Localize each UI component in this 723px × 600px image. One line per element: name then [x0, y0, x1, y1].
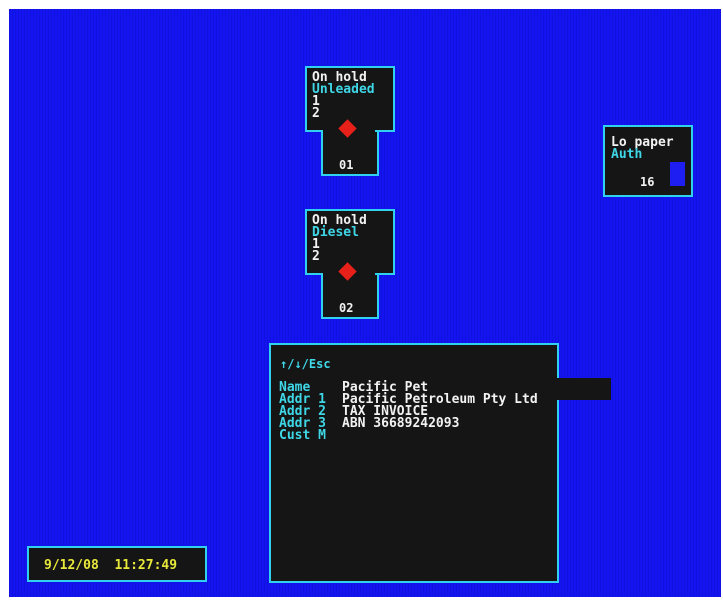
addr-3-field[interactable]: ABN 36689242093	[342, 417, 459, 430]
field-label: Cust M	[279, 428, 326, 443]
pump-hose-2: 2	[312, 106, 320, 121]
pump-hose-1: 1	[312, 94, 320, 109]
date-text: 9/12/08	[44, 558, 99, 573]
pos-screen: On hold Unleaded 1 2 01 On hold Diesel 1…	[9, 9, 721, 597]
pump-number: 01	[339, 158, 354, 172]
time-text: 11:27:49	[114, 558, 178, 573]
pump-grade: Unleaded	[312, 82, 375, 97]
field-row: Cust M	[279, 428, 538, 443]
customer-details-panel[interactable]: ↑/↓/Esc Name Pacific Pet Addr 1 Pacific …	[269, 343, 559, 583]
printer-mode: Auth	[611, 147, 643, 162]
pump-01-widget[interactable]: On hold Unleaded 1 2 01	[305, 66, 395, 178]
pump-hose-2: 2	[312, 249, 320, 264]
clock-box: 9/12/08 11:27:49	[27, 546, 207, 582]
printer-count: 16	[640, 175, 655, 189]
pump-hose-1: 1	[312, 237, 320, 252]
pump-grade: Diesel	[312, 225, 359, 240]
pump-02-widget[interactable]: On hold Diesel 1 2 02	[305, 209, 395, 321]
printer-indicator	[670, 162, 685, 186]
nav-hint: ↑/↓/Esc	[280, 357, 331, 371]
pump-number: 02	[339, 301, 354, 315]
field-overflow-block	[555, 378, 611, 400]
printer-status-widget[interactable]: Lo paper Auth 16	[603, 125, 693, 197]
